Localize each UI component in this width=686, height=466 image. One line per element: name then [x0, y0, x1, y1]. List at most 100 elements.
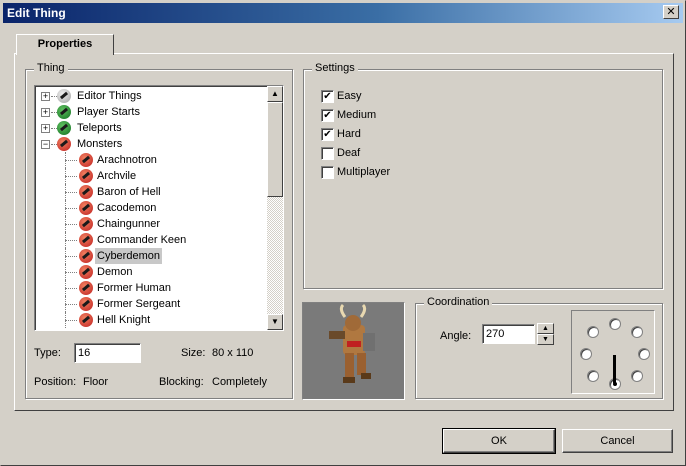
tree-connector	[65, 152, 66, 168]
type-input[interactable]: 16	[74, 343, 141, 363]
tree-connector	[65, 192, 77, 193]
tree-connector	[65, 248, 66, 264]
tree-item-label: Teleports	[77, 122, 122, 134]
flag-multiplayer-checkbox[interactable]: Multiplayer	[321, 166, 441, 180]
tree-connector	[65, 168, 66, 184]
close-button[interactable]: ✕	[663, 5, 679, 19]
checkbox-box[interactable]: ✔	[321, 109, 334, 122]
thing-category-icon	[79, 281, 93, 295]
tree-connector	[65, 232, 66, 248]
tree-item-label: Editor Things	[77, 90, 142, 102]
thing-tree[interactable]: + Editor Things + Player Starts + Teleports − M…	[34, 85, 284, 331]
tree-item[interactable]: Demon	[35, 264, 267, 280]
title-bar: Edit Thing ✕	[3, 3, 683, 23]
expand-icon[interactable]: +	[41, 92, 50, 101]
checkbox-box[interactable]	[321, 147, 334, 160]
angle-radio-90[interactable]	[609, 318, 621, 330]
flag-easy-checkbox[interactable]: ✔ Easy	[321, 90, 441, 104]
tree-category[interactable]: + Player Starts	[35, 104, 267, 120]
tree-item[interactable]: Cacodemon	[35, 200, 267, 216]
angle-radio-45[interactable]	[631, 326, 643, 338]
cancel-button[interactable]: Cancel	[562, 429, 673, 453]
tree-item[interactable]: Archvile	[35, 168, 267, 184]
cyberdemon-sprite-icon	[329, 303, 375, 383]
thing-group-label: Thing	[34, 62, 68, 74]
tree-connector	[65, 272, 77, 273]
angle-spinner[interactable]: ▲ ▼	[537, 323, 554, 346]
tree-item-label: Former Sergeant	[97, 298, 181, 310]
flag-deaf-checkbox[interactable]: Deaf	[321, 147, 441, 161]
tree-scrollbar[interactable]: ▲ ▼	[267, 86, 283, 330]
position-label: Position:	[34, 376, 77, 388]
angle-radio-315[interactable]	[631, 370, 643, 382]
angle-radio-135[interactable]	[587, 326, 599, 338]
tree-category[interactable]: − Monsters	[35, 136, 267, 152]
flag-medium-checkbox[interactable]: ✔ Medium	[321, 109, 441, 123]
tree-item-label: Cacodemon	[97, 202, 157, 214]
flag-hard-checkbox[interactable]: ✔ Hard	[321, 128, 441, 142]
checkbox-box[interactable]: ✔	[321, 128, 334, 141]
thing-category-icon	[57, 137, 71, 151]
thing-category-icon	[79, 233, 93, 247]
angle-radio-180[interactable]	[580, 348, 592, 360]
tree-item[interactable]: Arachnotron	[35, 152, 267, 168]
blocking-label: Blocking:	[159, 376, 204, 388]
type-label: Type:	[34, 347, 61, 359]
coordination-group-label: Coordination	[424, 296, 493, 308]
tree-connector	[65, 296, 66, 312]
size-label: Size:	[181, 347, 206, 359]
tree-item[interactable]: Chaingunner	[35, 216, 267, 232]
checkbox-label: Multiplayer	[337, 166, 391, 178]
angle-radio-225[interactable]	[587, 370, 599, 382]
tab-properties[interactable]: Properties	[16, 34, 114, 55]
expand-icon[interactable]: +	[41, 108, 50, 117]
checkbox-label: Deaf	[337, 147, 361, 159]
angle-down-button[interactable]: ▼	[537, 334, 554, 345]
tree-connector	[65, 320, 77, 321]
checkbox-label: Medium	[337, 109, 377, 121]
tree-connector	[65, 240, 77, 241]
scroll-thumb[interactable]	[267, 102, 283, 197]
checkbox-box[interactable]	[321, 166, 334, 179]
thing-category-icon	[79, 265, 93, 279]
tree-connector	[65, 216, 66, 232]
edit-thing-dialog: Edit Thing ✕ Properties Thing + Editor Th…	[0, 0, 686, 466]
blocking-value: Completely	[212, 376, 268, 388]
tree-category[interactable]: + Editor Things	[35, 88, 267, 104]
tree-item[interactable]: Commander Keen	[35, 232, 267, 248]
tree-item-label: Arachnotron	[97, 154, 157, 166]
angle-input[interactable]: 270	[482, 324, 535, 344]
angle-radio-0[interactable]	[638, 348, 650, 360]
thing-category-icon	[57, 89, 71, 103]
tree-connector	[65, 224, 77, 225]
tree-item[interactable]: Former Sergeant	[35, 296, 267, 312]
tree-connector	[65, 280, 66, 296]
tree-item[interactable]: Hell Knight	[35, 312, 267, 328]
angle-needle	[613, 355, 616, 383]
tree-connector	[65, 176, 77, 177]
ok-button[interactable]: OK	[442, 428, 556, 454]
tree-item-label: Cyberdemon	[95, 248, 162, 264]
tree-item[interactable]: Cyberdemon	[35, 248, 267, 264]
position-value: Floor	[83, 376, 109, 388]
tree-connector	[65, 312, 66, 328]
thing-category-icon	[79, 185, 93, 199]
tree-item[interactable]: Former Human	[35, 280, 267, 296]
scroll-down-button[interactable]: ▼	[267, 314, 283, 330]
tree-category[interactable]: + Teleports	[35, 120, 267, 136]
expand-icon[interactable]: +	[41, 124, 50, 133]
collapse-icon[interactable]: −	[41, 140, 50, 149]
tree-item-label: Commander Keen	[97, 234, 187, 246]
tree-item-label: Player Starts	[77, 106, 140, 118]
tree-item[interactable]: Baron of Hell	[35, 184, 267, 200]
tree-connector	[65, 264, 66, 280]
checkbox-box[interactable]: ✔	[321, 90, 334, 103]
scroll-up-button[interactable]: ▲	[267, 86, 283, 102]
tree-item-label: Demon	[97, 266, 133, 278]
tree-item-label: Archvile	[97, 170, 137, 182]
checkbox-label: Hard	[337, 128, 361, 140]
tree-item-label: Monsters	[77, 138, 123, 150]
thing-category-icon	[79, 153, 93, 167]
tree-item-label: Hell Knight	[97, 314, 151, 326]
angle-up-button[interactable]: ▲	[537, 323, 554, 334]
